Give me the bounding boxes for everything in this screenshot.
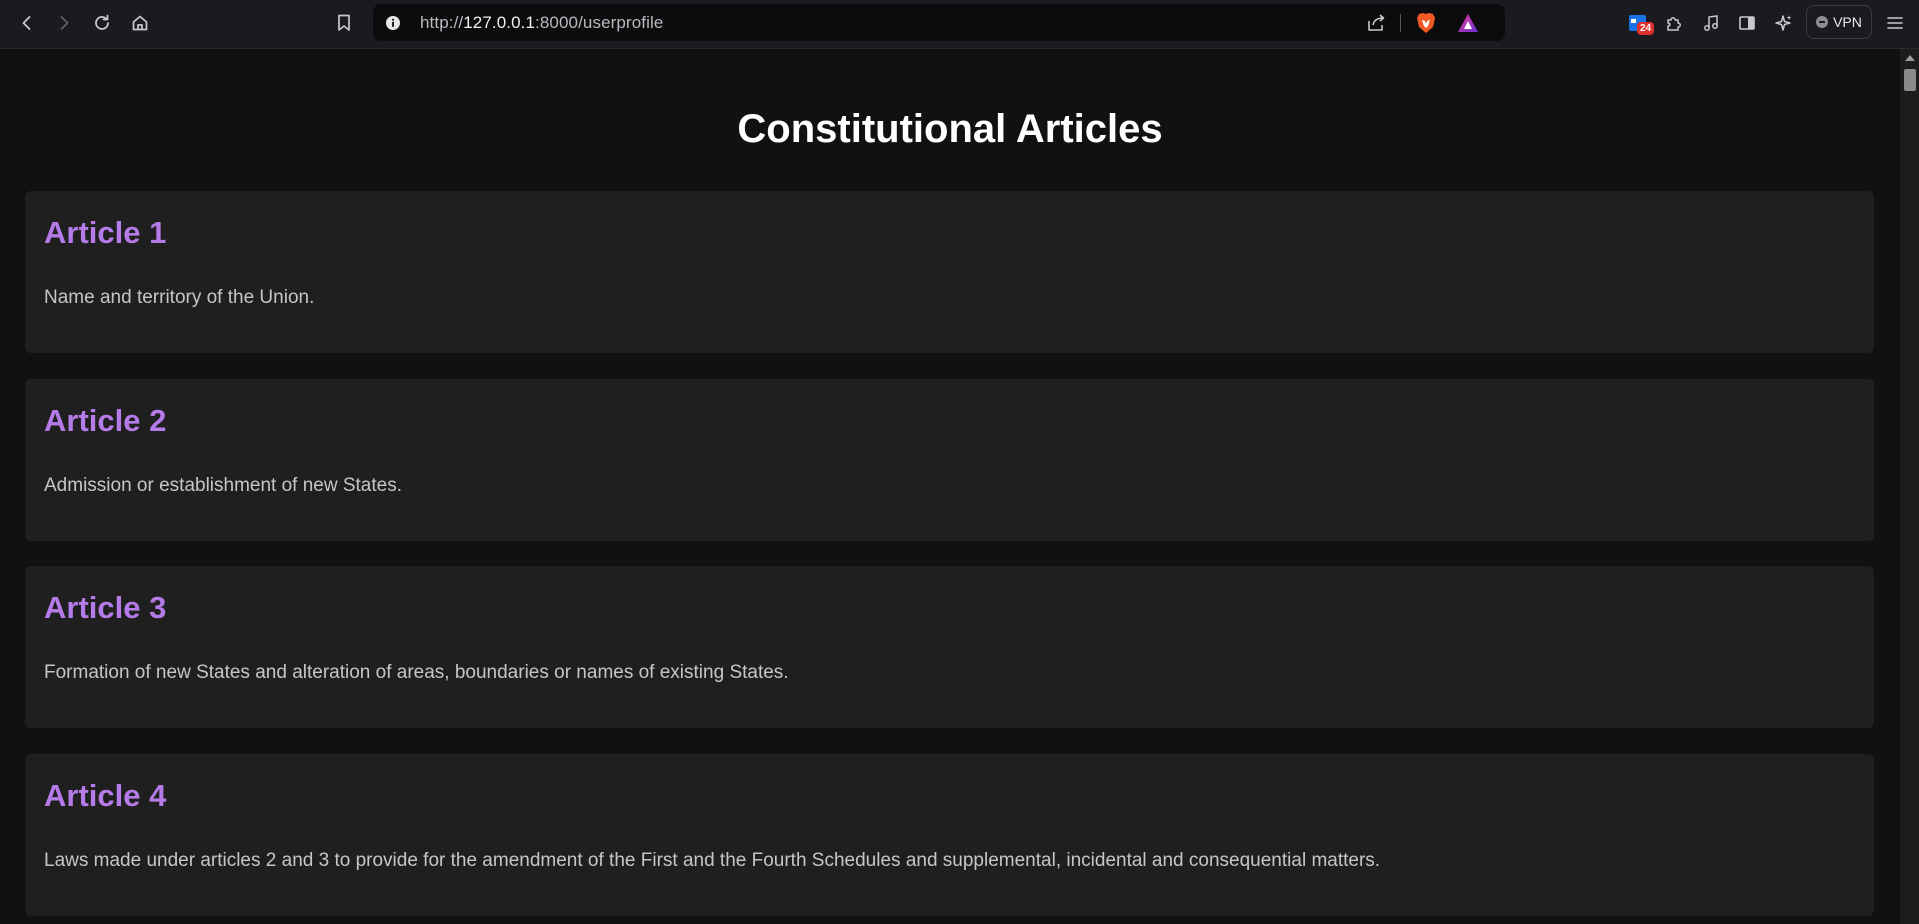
rewards-triangle-icon[interactable] [1455,10,1481,36]
brave-lion-icon[interactable] [1413,10,1439,36]
bookmark-icon[interactable] [329,8,359,38]
article-title: Article 3 [44,590,167,625]
article-description: Formation of new States and alteration o… [44,662,789,683]
article-card: Article 4 Laws made under articles 2 and… [25,754,1874,916]
scroll-thumb[interactable] [1904,69,1916,91]
music-note-icon[interactable] [1696,8,1726,38]
info-icon[interactable] [383,13,403,33]
article-description: Name and territory of the Union. [44,287,315,308]
article-description: Admission or establishment of new States… [44,475,403,496]
sidebar-icon[interactable] [1732,8,1762,38]
url-text[interactable]: http://127.0.0.1:8000/userprofile [420,13,663,33]
forward-arrow-icon[interactable] [49,8,79,38]
share-icon[interactable] [1363,10,1389,36]
article-description: Laws made under articles 2 and 3 to prov… [44,850,1381,871]
back-arrow-icon[interactable] [12,8,42,38]
vpn-status-icon [1816,16,1829,28]
url-host: 127.0.0.1 [463,13,536,32]
extension-badge: 24 [1637,22,1655,35]
vpn-button[interactable]: VPN [1806,5,1872,39]
article-title: Article 2 [44,403,167,438]
calendar-extension-icon[interactable]: 24 [1623,8,1655,38]
scroll-up-arrow-icon[interactable] [1905,55,1915,61]
vertical-scrollbar[interactable] [1900,49,1919,924]
hamburger-menu-icon[interactable] [1880,8,1910,38]
article-card: Article 2 Admission or establishment of … [25,379,1874,541]
page-title: Constitutional Articles [737,107,1163,151]
page-viewport: Constitutional Articles Article 1 Name a… [0,49,1900,924]
address-bar[interactable]: http://127.0.0.1:8000/userprofile [373,4,1505,41]
vpn-label: VPN [1833,14,1862,30]
sparkle-icon[interactable] [1769,8,1799,38]
article-card: Article 3 Formation of new States and al… [25,566,1874,728]
home-icon[interactable] [125,8,155,38]
browser-toolbar: http://127.0.0.1:8000/userprofile 24 VPN [0,0,1919,49]
article-title: Article 1 [44,215,167,250]
puzzle-icon[interactable] [1659,8,1689,38]
article-title: Article 4 [44,778,167,813]
url-path: :8000/userprofile [535,13,664,32]
reload-icon[interactable] [87,8,117,38]
article-card: Article 1 Name and territory of the Unio… [25,191,1874,353]
url-scheme: http:// [420,13,464,32]
url-separator [1400,14,1401,32]
